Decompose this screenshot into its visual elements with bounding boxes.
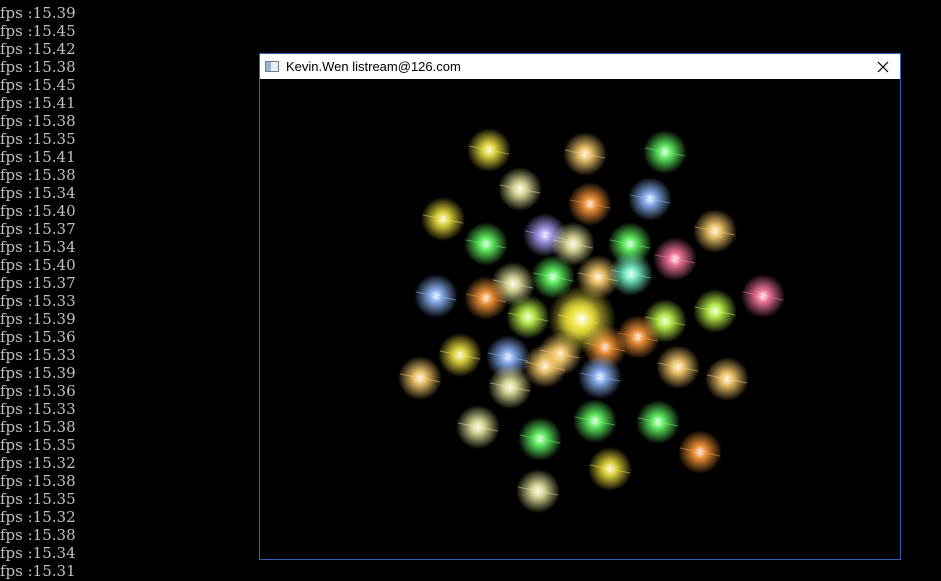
console-line: fps :15.36 <box>0 328 76 346</box>
window-title: Kevin.Wen listream@126.com <box>286 59 461 74</box>
console-line: fps :15.31 <box>0 562 76 580</box>
render-canvas[interactable] <box>260 79 900 559</box>
console-line: fps :15.40 <box>0 256 76 274</box>
console-line: fps :15.32 <box>0 454 76 472</box>
close-icon <box>877 61 889 72</box>
console-line: fps :15.33 <box>0 346 76 364</box>
console-line: fps :15.45 <box>0 22 76 40</box>
title-bar[interactable]: Kevin.Wen listream@126.com <box>260 54 900 79</box>
console-line: fps :15.38 <box>0 418 76 436</box>
console-line: fps :15.39 <box>0 364 76 382</box>
console-line: fps :15.34 <box>0 544 76 562</box>
app-window[interactable]: Kevin.Wen listream@126.com <box>259 53 901 560</box>
console-line: fps :15.45 <box>0 76 76 94</box>
console-line: fps :15.37 <box>0 220 76 238</box>
console-line: fps :15.42 <box>0 40 76 58</box>
console-line: fps :15.41 <box>0 148 76 166</box>
console-line: fps :15.39 <box>0 310 76 328</box>
console-line: fps :15.38 <box>0 58 76 76</box>
console-line: fps :15.38 <box>0 526 76 544</box>
console-output: fps :15.39 fps :15.45 fps :15.42 fps :15.38… <box>0 4 256 580</box>
close-button[interactable] <box>866 54 900 79</box>
console-line: fps :15.35 <box>0 130 76 148</box>
console-line: fps :15.32 <box>0 508 76 526</box>
application-window-icon <box>265 61 279 72</box>
console-line: fps :15.38 <box>0 472 76 490</box>
console-line: fps :15.36 <box>0 382 76 400</box>
console-line: fps :15.38 <box>0 112 76 130</box>
particle-core <box>548 285 616 353</box>
console-line: fps :15.40 <box>0 202 76 220</box>
console-line: fps :15.33 <box>0 292 76 310</box>
console-line: fps :15.35 <box>0 490 76 508</box>
console-line: fps :15.35 <box>0 436 76 454</box>
console-line: fps :15.34 <box>0 238 76 256</box>
console-line: fps :15.38 <box>0 166 76 184</box>
console-line: fps :15.34 <box>0 184 76 202</box>
console-line: fps :15.37 <box>0 274 76 292</box>
console-line: fps :15.33 <box>0 400 76 418</box>
particle-scene <box>398 128 785 513</box>
console-line: fps :15.39 <box>0 4 76 22</box>
console-line: fps :15.41 <box>0 94 76 112</box>
